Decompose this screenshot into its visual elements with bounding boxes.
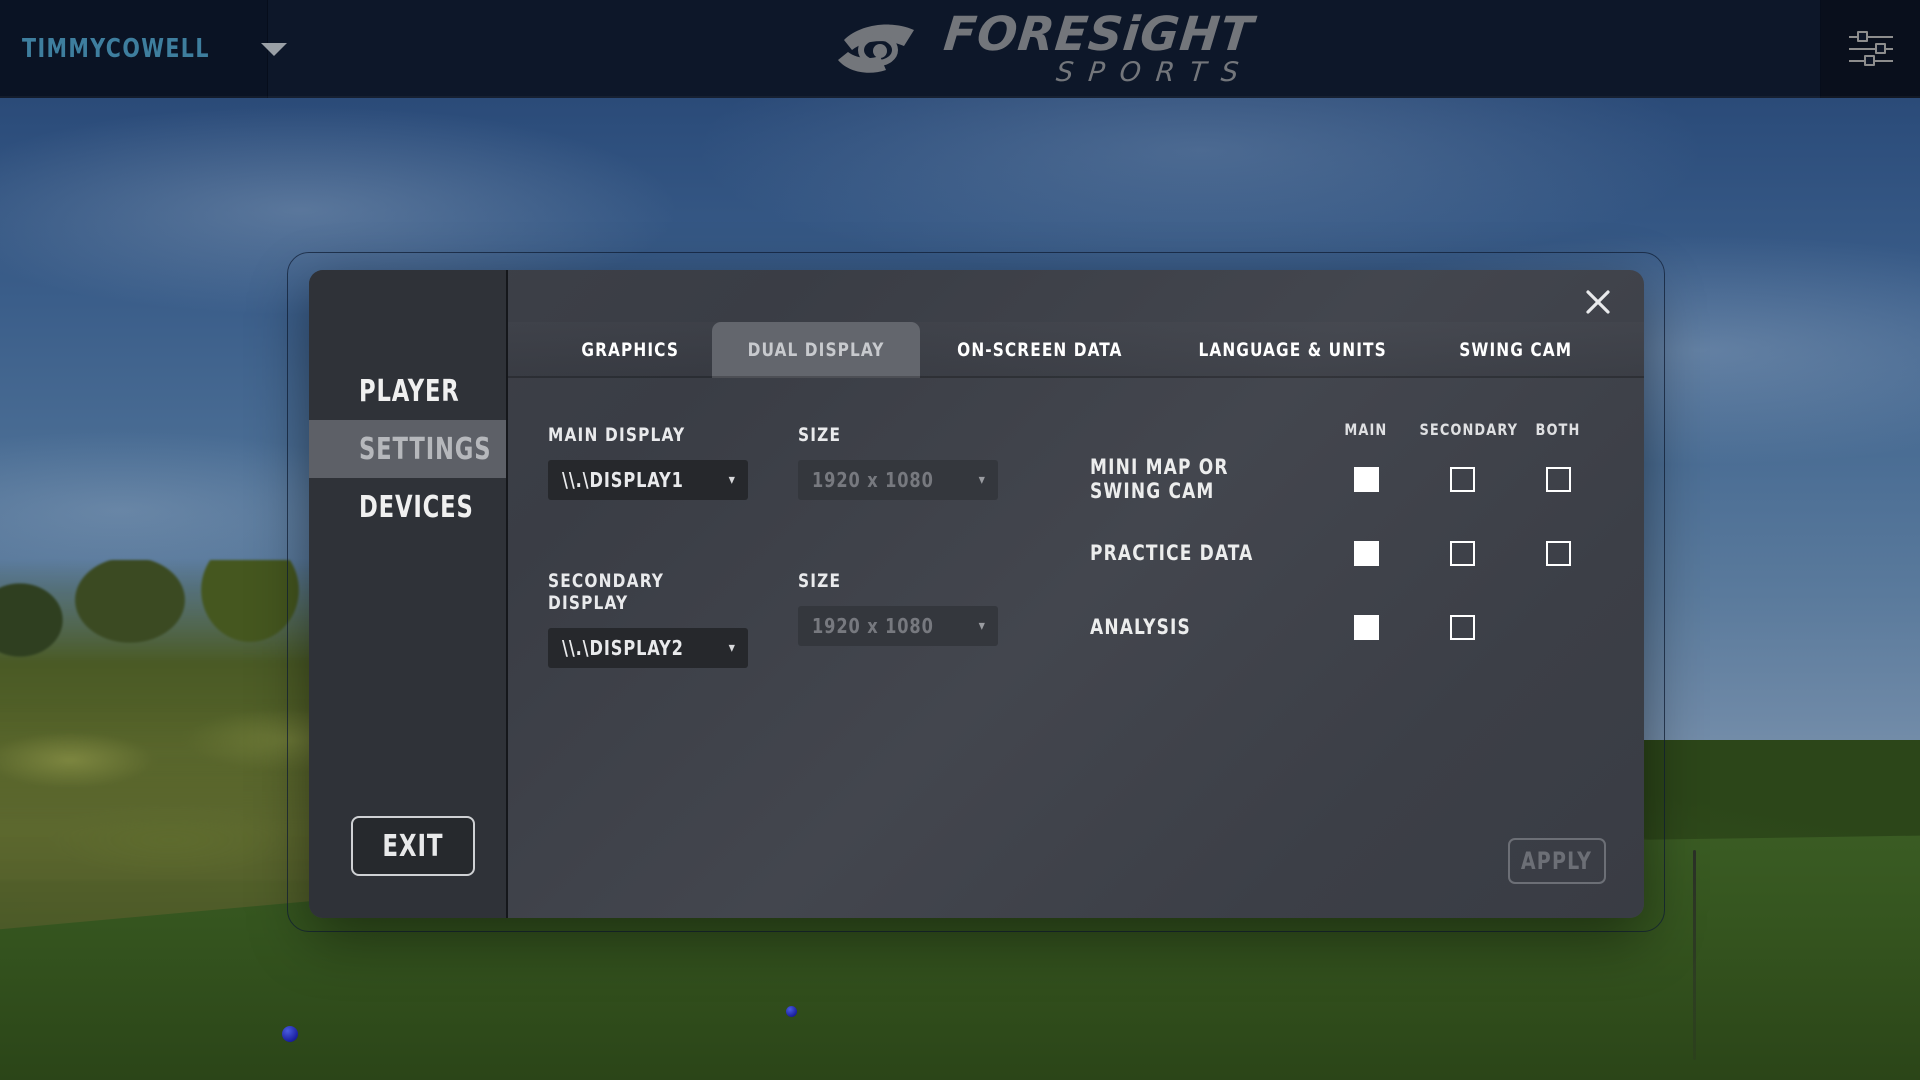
- checkbox-practice-data-both[interactable]: [1545, 540, 1571, 566]
- close-icon: [1586, 290, 1610, 314]
- column-header-secondary: SECONDARY: [1419, 419, 1519, 439]
- main-size-select[interactable]: 1920 x 1080 ▾: [798, 460, 998, 500]
- secondary-size-select[interactable]: 1920 x 1080 ▾: [798, 606, 998, 646]
- column-header-main: MAIN: [1344, 419, 1388, 439]
- assignment-table-header: MAIN SECONDARY BOTH: [1086, 416, 1606, 442]
- sidebar-item-player[interactable]: PLAYER: [309, 362, 506, 420]
- dialog-sidebar: PLAYER SETTINGS DEVICES EXIT: [309, 270, 508, 918]
- tab-bar: GRAPHICS DUAL DISPLAY ON-SCREEN DATA LAN…: [508, 322, 1644, 378]
- column-header-both: BOTH: [1535, 419, 1581, 439]
- checkbox-mini-map-both[interactable]: [1545, 466, 1571, 492]
- cell-secondary: [1414, 614, 1510, 640]
- dual-display-panel: MAIN DISPLAY \\.\DISPLAY1 ▾ SIZE 1920 x …: [508, 378, 1644, 918]
- settings-button[interactable]: [1820, 0, 1920, 98]
- table-row: ANALYSIS: [1086, 590, 1606, 664]
- golf-ball-marker: [786, 1006, 797, 1017]
- cell-both: [1510, 615, 1606, 640]
- tab-language-units[interactable]: LANGUAGE & UNITS: [1160, 322, 1425, 378]
- chevron-down-icon: ▾: [728, 472, 736, 488]
- sidebar-item-label: DEVICES: [359, 489, 474, 525]
- checkbox-analysis-both-absent: [1546, 615, 1571, 640]
- secondary-display-label: SECONDARY DISPLAY: [548, 570, 665, 614]
- secondary-size-value: 1920 x 1080: [812, 614, 934, 638]
- table-row: PRACTICE DATA: [1086, 516, 1606, 590]
- chevron-down-icon: ▾: [978, 618, 986, 634]
- main-display-value: \\.\DISPLAY1: [562, 468, 684, 492]
- secondary-display-row: SECONDARY DISPLAY \\.\DISPLAY2 ▾ SIZE 19…: [548, 570, 998, 668]
- main-display-label: MAIN DISPLAY: [548, 424, 686, 446]
- brand-logo: FORESiGHT SPORTS: [268, 0, 1820, 98]
- foresight-sports-logo: FORESiGHT SPORTS: [834, 6, 1257, 88]
- tab-graphics[interactable]: GRAPHICS: [548, 322, 712, 378]
- username-label: TIMMYCOWELL: [22, 34, 210, 64]
- assignment-table: MAIN SECONDARY BOTH MINI MAP OR SWING CA…: [1086, 416, 1606, 664]
- top-bar: TIMMYCOWELL FORESiGHT SPORTS: [0, 0, 1920, 98]
- main-display-row: MAIN DISPLAY \\.\DISPLAY1 ▾ SIZE 1920 x …: [548, 424, 998, 500]
- secondary-display-value: \\.\DISPLAY2: [562, 636, 684, 660]
- checkbox-analysis-secondary[interactable]: [1449, 614, 1475, 640]
- main-size-label: SIZE: [798, 424, 842, 446]
- checkbox-mini-map-secondary[interactable]: [1449, 466, 1475, 492]
- chevron-down-icon: ▾: [728, 640, 736, 656]
- golf-ball-marker: [282, 1026, 298, 1042]
- cell-both: [1510, 466, 1606, 492]
- sliders-icon: [1848, 31, 1893, 67]
- chevron-down-icon: ▾: [978, 472, 986, 488]
- cell-both: [1510, 540, 1606, 566]
- sidebar-item-label: SETTINGS: [359, 431, 492, 467]
- main-display-field: MAIN DISPLAY \\.\DISPLAY1 ▾: [548, 424, 748, 500]
- checkbox-analysis-main[interactable]: [1353, 614, 1379, 640]
- logo-primary-text: FORESiGHT: [941, 6, 1257, 62]
- sidebar-item-settings[interactable]: SETTINGS: [309, 420, 506, 478]
- row-label-analysis: ANALYSIS: [1090, 615, 1191, 639]
- tab-label: SWING CAM: [1459, 339, 1573, 361]
- apply-button[interactable]: APPLY: [1508, 838, 1606, 884]
- main-display-select[interactable]: \\.\DISPLAY1 ▾: [548, 460, 748, 500]
- secondary-display-field: SECONDARY DISPLAY \\.\DISPLAY2 ▾: [548, 570, 748, 668]
- flagpole: [1693, 850, 1696, 1060]
- exit-button[interactable]: EXIT: [351, 816, 475, 876]
- checkbox-mini-map-main[interactable]: [1353, 466, 1379, 492]
- tab-label: GRAPHICS: [581, 339, 680, 361]
- tab-label: ON-SCREEN DATA: [957, 339, 1124, 361]
- secondary-size-field: SIZE 1920 x 1080 ▾: [798, 570, 998, 668]
- tab-on-screen-data[interactable]: ON-SCREEN DATA: [920, 322, 1160, 378]
- tab-label: DUAL DISPLAY: [748, 339, 885, 361]
- secondary-size-label: SIZE: [798, 570, 842, 592]
- row-label-practice-data: PRACTICE DATA: [1090, 541, 1254, 565]
- secondary-display-select[interactable]: \\.\DISPLAY2 ▾: [548, 628, 748, 668]
- main-size-field: SIZE 1920 x 1080 ▾: [798, 424, 998, 500]
- dialog-content: GRAPHICS DUAL DISPLAY ON-SCREEN DATA LAN…: [508, 270, 1644, 918]
- settings-dialog: PLAYER SETTINGS DEVICES EXIT GRAPHICS DU…: [309, 270, 1644, 918]
- logo-wordmark: FORESiGHT SPORTS: [941, 6, 1257, 88]
- eye-logo-icon: [838, 24, 915, 73]
- cell-main: [1318, 540, 1414, 566]
- exit-button-label: EXIT: [382, 828, 444, 864]
- exit-button-wrap: EXIT: [309, 816, 506, 918]
- user-menu[interactable]: TIMMYCOWELL: [0, 0, 288, 98]
- main-size-value: 1920 x 1080: [812, 468, 934, 492]
- tab-label: LANGUAGE & UNITS: [1198, 339, 1387, 361]
- close-button[interactable]: [1578, 282, 1618, 322]
- apply-button-label: APPLY: [1521, 847, 1593, 875]
- tab-swing-cam[interactable]: SWING CAM: [1425, 322, 1606, 378]
- row-label-mini-map-or-swing-cam: MINI MAP OR SWING CAM: [1090, 455, 1229, 503]
- table-row: MINI MAP OR SWING CAM: [1086, 442, 1606, 516]
- checkbox-practice-data-main[interactable]: [1353, 540, 1379, 566]
- checkbox-practice-data-secondary[interactable]: [1449, 540, 1475, 566]
- cell-secondary: [1414, 540, 1510, 566]
- sidebar-item-label: PLAYER: [359, 373, 460, 409]
- sidebar-item-devices[interactable]: DEVICES: [309, 478, 506, 536]
- logo-secondary-text: SPORTS: [1054, 56, 1256, 88]
- cell-secondary: [1414, 466, 1510, 492]
- tab-dual-display[interactable]: DUAL DISPLAY: [712, 322, 921, 378]
- dialog-titlebar: [508, 270, 1644, 322]
- cell-main: [1318, 614, 1414, 640]
- cell-main: [1318, 466, 1414, 492]
- display-form: MAIN DISPLAY \\.\DISPLAY1 ▾ SIZE 1920 x …: [548, 424, 998, 668]
